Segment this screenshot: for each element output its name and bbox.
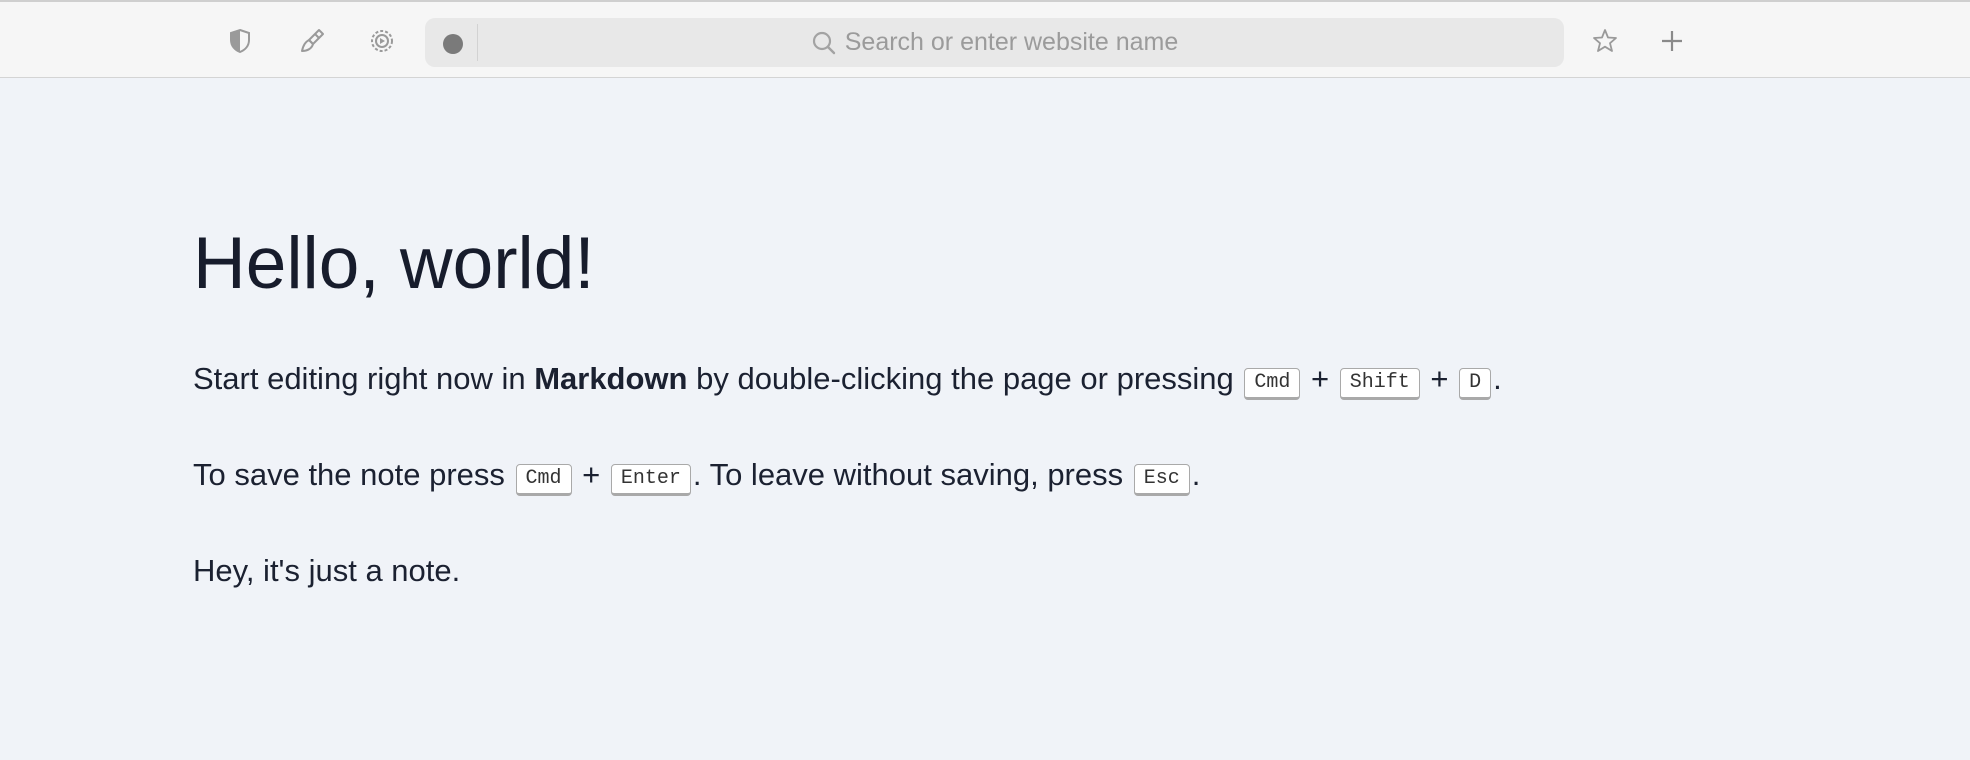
plus-text: +	[1421, 361, 1458, 396]
key-cmd: Cmd	[1244, 368, 1301, 400]
text-segment: To save the note press	[193, 457, 514, 492]
plus-icon[interactable]	[1655, 24, 1689, 58]
text-segment: .	[1191, 457, 1201, 492]
plus-text: +	[573, 457, 609, 492]
note-content[interactable]: Hello, world! Start editing right now in…	[193, 212, 1893, 646]
brush-icon[interactable]	[295, 24, 329, 58]
page-title: Hello, world!	[193, 223, 595, 304]
address-input[interactable]: Search or enter website name	[425, 18, 1564, 67]
key-esc: Esc	[1133, 464, 1190, 496]
paragraph-note: Hey, it's just a note.	[193, 553, 461, 588]
bold-markdown: Markdown	[534, 361, 688, 396]
plus-text: +	[1302, 361, 1338, 396]
search-icon	[812, 31, 835, 54]
star-icon[interactable]	[1588, 24, 1622, 58]
paragraph-save-instructions: To save the note press Cmd + Enter. To l…	[193, 454, 1893, 496]
text-segment: Start editing right now in	[193, 361, 535, 396]
text-segment: by double-clicking the page or pressing	[687, 361, 1243, 396]
key-shift: Shift	[1339, 368, 1420, 400]
address-bar[interactable]: Search or enter website name	[425, 18, 1564, 67]
shield-icon[interactable]	[223, 24, 257, 58]
key-enter: Enter	[610, 464, 691, 496]
text-segment: . To leave without saving, press	[692, 457, 1132, 492]
settings-badge-icon[interactable]	[365, 24, 399, 58]
paragraph-edit-instructions: Start editing right now in Markdown by d…	[193, 358, 1893, 400]
key-cmd: Cmd	[515, 464, 572, 496]
text-segment: .	[1493, 361, 1502, 396]
browser-toolbar: Search or enter website name	[0, 0, 1970, 78]
address-placeholder: Search or enter website name	[844, 28, 1179, 56]
key-d: D	[1459, 368, 1492, 400]
